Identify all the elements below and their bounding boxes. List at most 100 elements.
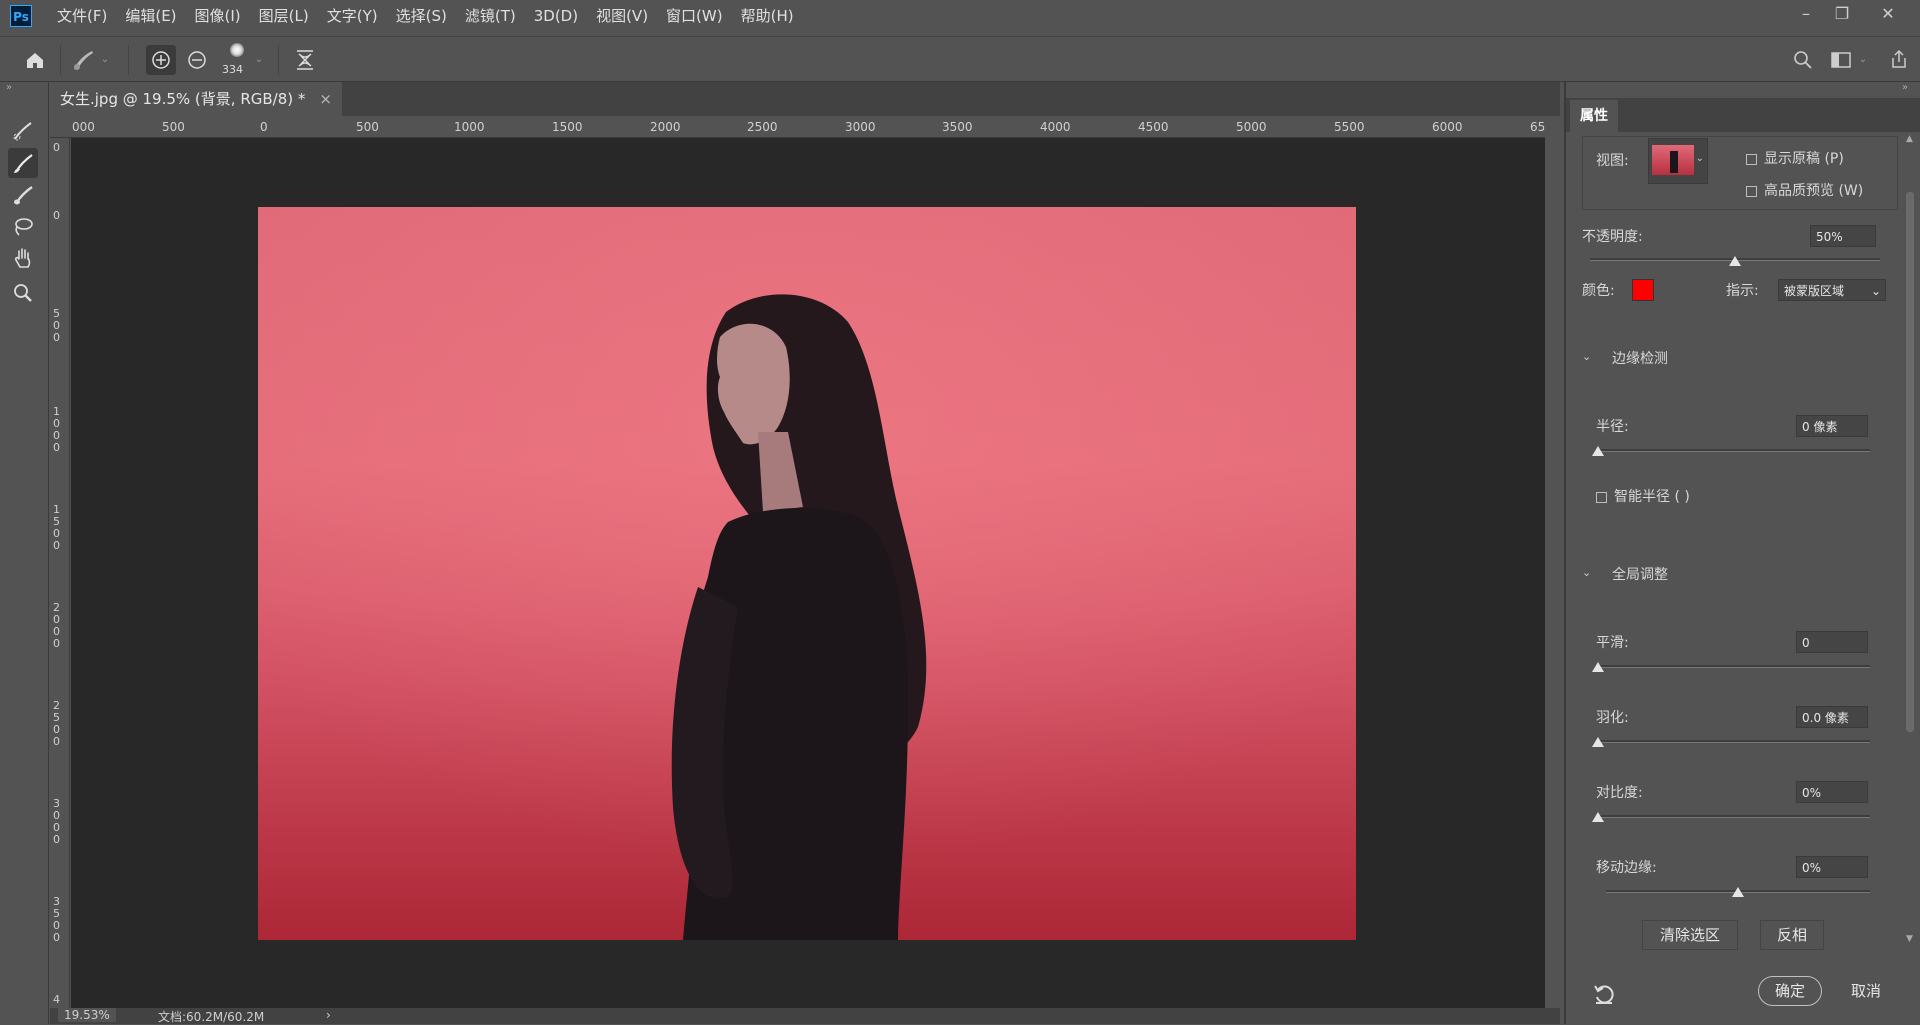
feather-input[interactable]: 0.0 像素 [1796,706,1868,728]
cancel-button[interactable]: 取消 [1834,976,1898,1006]
radius-slider-track[interactable] [1598,449,1870,452]
tab-properties[interactable]: 属性 [1570,100,1618,132]
close-tab-icon[interactable]: × [319,82,332,116]
menu-filter[interactable]: 滤镜(T) [456,0,525,32]
search-icon[interactable] [1788,45,1818,75]
smart-radius-checkbox[interactable] [1596,492,1607,503]
feather-slider-thumb[interactable] [1592,737,1604,747]
vertical-ruler[interactable]: 0 0 500 1000 1500 2000 2500 3000 3500 4 [50,138,70,1010]
hq-preview-label: 高品质预览 (W) [1764,183,1864,199]
hq-preview-checkbox[interactable] [1746,186,1757,197]
zoom-level[interactable]: 19.53% [58,1008,116,1022]
collapse-chevron-icon[interactable]: ⌄ [1582,350,1591,363]
radius-input[interactable]: 0 像素 [1796,415,1868,437]
ruler-label: 1000 [53,405,60,454]
shift-edge-slider-thumb[interactable] [1732,887,1744,897]
global-refinements-title[interactable]: 全局调整 [1612,564,1668,584]
smart-radius-label: 智能半径 ( ) [1614,489,1690,505]
invert-button[interactable]: 反相 [1760,920,1824,950]
ruler-label: 4000 [1040,120,1071,134]
refine-hair-icon[interactable] [290,45,320,75]
collapse-toolbar-icon[interactable]: » [6,82,12,93]
contrast-input[interactable]: 0% [1796,781,1868,803]
menu-help[interactable]: 帮助(H) [732,0,803,32]
scroll-down-icon[interactable]: ▼ [1906,934,1913,944]
shift-edge-input[interactable]: 0% [1796,856,1868,878]
ruler-label: 500 [162,120,185,134]
panel-scrollbar-thumb[interactable] [1906,192,1914,732]
separator [60,45,61,75]
ruler-label: 500 [53,307,60,344]
menu-select[interactable]: 选择(S) [387,0,456,32]
menu-edit[interactable]: 编辑(E) [116,0,185,32]
smooth-slider-track[interactable] [1598,665,1870,668]
menu-file[interactable]: 文件(F) [48,0,116,32]
opacity-label: 不透明度: [1582,229,1643,245]
smooth-slider-thumb[interactable] [1592,662,1604,672]
shift-edge-label: 移动边缘: [1596,860,1657,876]
reset-icon[interactable] [1592,982,1616,1006]
menu-3d[interactable]: 3D(D) [525,0,587,32]
color-swatch[interactable] [1632,279,1654,301]
restore-button[interactable]: ❐ [1822,2,1862,26]
view-mode-selector[interactable]: ⌄ [1648,138,1708,184]
menu-image[interactable]: 图像(I) [186,0,250,32]
edge-detection-title[interactable]: 边缘检测 [1612,348,1668,368]
chevron-down-icon: ⌄ [1695,153,1704,164]
feather-label: 羽化: [1596,710,1629,726]
quick-selection-tool-icon[interactable] [8,116,38,146]
document-tab[interactable]: 女生.jpg @ 19.5% (背景, RGB/8) * × [50,82,342,116]
ruler-label: 4 [53,993,60,1006]
feather-slider-track[interactable] [1598,740,1870,743]
lasso-tool-icon[interactable] [8,212,38,242]
hand-tool-icon[interactable] [8,244,38,274]
menu-window[interactable]: 窗口(W) [657,0,732,32]
share-icon[interactable] [1884,45,1914,75]
canvas-area[interactable] [71,138,1545,1010]
ruler-label: 2000 [53,601,60,650]
brush-preset-icon[interactable] [68,45,98,75]
ruler-label: 2500 [747,120,778,134]
document-image[interactable] [258,207,1356,940]
ruler-label: 000 [72,120,95,134]
menu-type[interactable]: 文字(Y) [318,0,387,32]
radius-slider-thumb[interactable] [1592,446,1604,456]
collapse-chevron-icon[interactable]: ⌄ [1582,566,1591,579]
subtract-from-area-icon[interactable] [182,45,212,75]
close-button[interactable]: ✕ [1868,2,1908,26]
document-size[interactable]: 文档:60.2M/60.2M [158,1008,264,1025]
contrast-slider-thumb[interactable] [1592,812,1604,822]
ruler-label: 3500 [942,120,973,134]
minimize-button[interactable]: – [1786,2,1826,26]
ok-button[interactable]: 确定 [1758,976,1822,1006]
color-label: 颜色: [1582,283,1615,299]
ruler-label: 4500 [1138,120,1169,134]
document-tab-bar: 女生.jpg @ 19.5% (背景, RGB/8) * × [50,82,1560,116]
workspace-icon[interactable] [1826,45,1856,75]
add-to-area-icon[interactable] [146,45,176,75]
show-original-checkbox[interactable] [1746,154,1757,165]
brush-tool-icon[interactable] [8,180,38,210]
chevron-down-icon[interactable]: ⌄ [1856,45,1870,75]
scroll-up-icon[interactable]: ▲ [1906,134,1913,144]
ruler-label: 5500 [1334,120,1365,134]
horizontal-ruler[interactable]: 000 500 0 500 1000 1500 2000 2500 3000 3… [50,118,1545,138]
chevron-down-icon[interactable]: ⌄ [252,45,266,75]
separator [128,45,129,75]
refine-edge-brush-tool-icon[interactable] [8,148,38,178]
opacity-input[interactable]: 50% [1810,225,1876,247]
menu-view[interactable]: 视图(V) [587,0,657,32]
collapse-panel-icon[interactable]: » [1902,82,1908,93]
ruler-label: 65 [1530,120,1545,134]
home-icon[interactable] [20,45,50,75]
chevron-down-icon[interactable]: ⌄ [98,45,112,75]
view-label: 视图: [1596,153,1629,169]
opacity-slider-thumb[interactable] [1729,256,1741,266]
indicate-select[interactable]: 被蒙版区域 ⌄ [1778,279,1886,301]
zoom-tool-icon[interactable] [8,278,38,308]
contrast-slider-track[interactable] [1598,815,1870,818]
smooth-input[interactable]: 0 [1796,631,1868,653]
status-menu-arrow-icon[interactable]: › [326,1008,331,1022]
clear-selection-button[interactable]: 清除选区 [1642,920,1738,950]
menu-layer[interactable]: 图层(L) [250,0,318,32]
